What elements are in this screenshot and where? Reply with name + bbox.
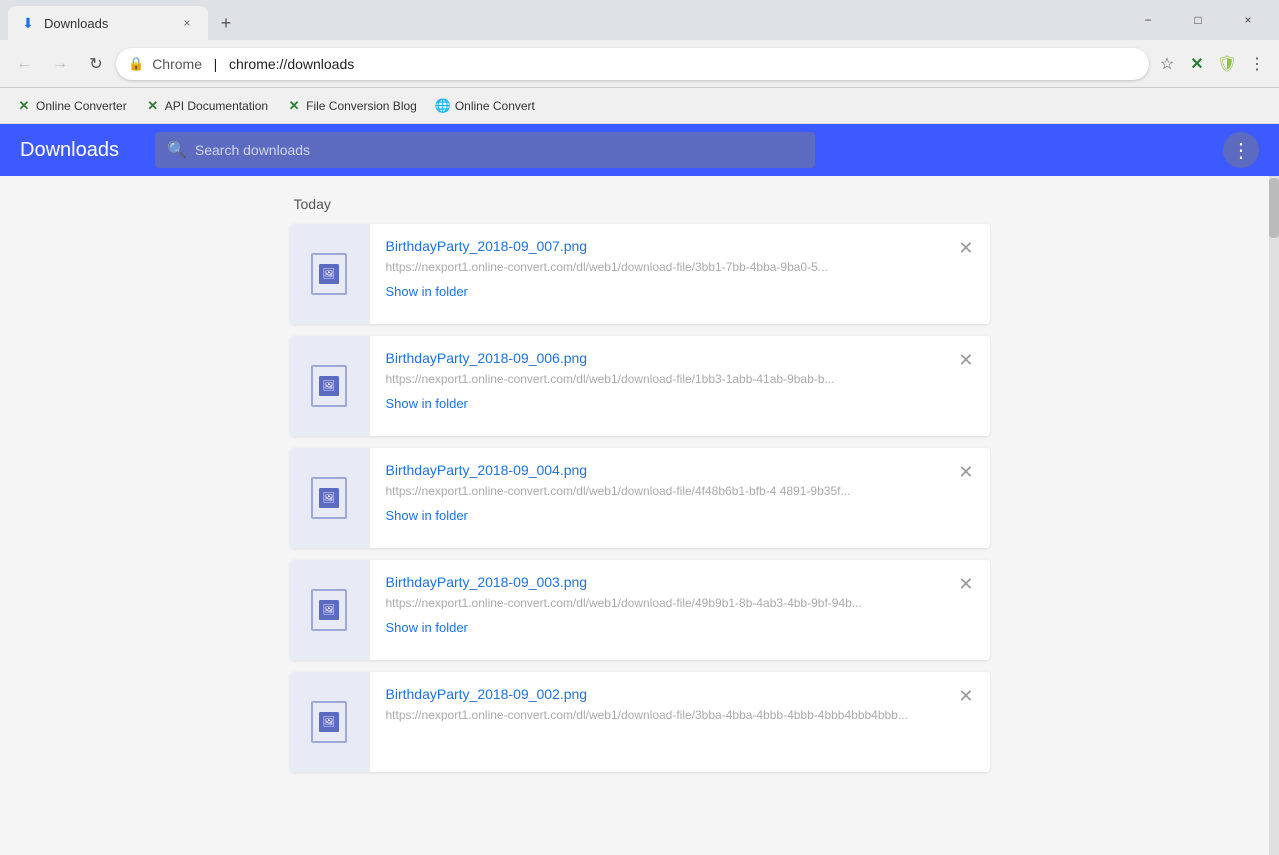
address-bar: ← → ↻ 🔒 Chrome | chrome://downloads ☆ ✕ … bbox=[0, 40, 1279, 88]
remove-button-5[interactable]: ✕ bbox=[942, 672, 989, 772]
download-info-1: BirthdayParty_2018-09_007.png https://ne… bbox=[370, 224, 943, 324]
bookmark-file-conversion-blog[interactable]: ✕ File Conversion Blog bbox=[278, 94, 425, 118]
downloads-header: Downloads 🔍 Search downloads ⋮ bbox=[0, 124, 1279, 176]
file-url-4: https://nexport1.online-convert.com/dl/w… bbox=[386, 596, 927, 610]
remove-button-4[interactable]: ✕ bbox=[942, 560, 989, 660]
minimize-button[interactable]: − bbox=[1125, 4, 1171, 36]
tab-title: Downloads bbox=[44, 16, 170, 31]
show-in-folder-4[interactable]: Show in folder bbox=[386, 620, 468, 635]
new-tab-button[interactable]: + bbox=[212, 9, 240, 37]
title-bar: ⬇ Downloads × + − □ × bbox=[0, 0, 1279, 40]
download-thumbnail-1: 🖼 bbox=[290, 224, 370, 324]
bookmark-favicon-3: ✕ bbox=[286, 98, 302, 114]
active-tab[interactable]: ⬇ Downloads × bbox=[8, 6, 208, 40]
file-name-4[interactable]: BirthdayParty_2018-09_003.png bbox=[386, 574, 927, 590]
tab-strip: ⬇ Downloads × + bbox=[0, 0, 1117, 40]
file-name-3[interactable]: BirthdayParty_2018-09_004.png bbox=[386, 462, 927, 478]
file-name-5[interactable]: BirthdayParty_2018-09_002.png bbox=[386, 686, 927, 702]
bookmark-label-1: Online Converter bbox=[36, 99, 127, 113]
url-path: chrome://downloads bbox=[229, 56, 354, 72]
bookmark-favicon-4: 🌐 bbox=[435, 98, 451, 114]
scrollbar-thumb[interactable] bbox=[1269, 178, 1279, 238]
download-item: 🖼 BirthdayParty_2018-09_007.png https://… bbox=[290, 224, 990, 324]
show-in-folder-2[interactable]: Show in folder bbox=[386, 396, 468, 411]
remove-button-2[interactable]: ✕ bbox=[942, 336, 989, 436]
bookmark-favicon-2: ✕ bbox=[145, 98, 161, 114]
page-title: Downloads bbox=[20, 139, 119, 162]
file-name-1[interactable]: BirthdayParty_2018-09_007.png bbox=[386, 238, 927, 254]
maximize-button[interactable]: □ bbox=[1175, 4, 1221, 36]
download-item: 🖼 BirthdayParty_2018-09_002.png https://… bbox=[290, 672, 990, 772]
download-item: 🖼 BirthdayParty_2018-09_003.png https://… bbox=[290, 560, 990, 660]
scrollbar[interactable] bbox=[1269, 176, 1279, 855]
file-url-5: https://nexport1.online-convert.com/dl/w… bbox=[386, 708, 927, 722]
file-url-2: https://nexport1.online-convert.com/dl/w… bbox=[386, 372, 927, 386]
file-url-1: https://nexport1.online-convert.com/dl/w… bbox=[386, 260, 927, 274]
bookmark-label-3: File Conversion Blog bbox=[306, 99, 417, 113]
window-controls: − □ × bbox=[1117, 0, 1279, 40]
bookmark-favicon-1: ✕ bbox=[16, 98, 32, 114]
search-icon: 🔍 bbox=[167, 140, 187, 160]
download-item: 🖼 BirthdayParty_2018-09_006.png https://… bbox=[290, 336, 990, 436]
forward-button[interactable]: → bbox=[44, 48, 76, 80]
download-info-2: BirthdayParty_2018-09_006.png https://ne… bbox=[370, 336, 943, 436]
downloads-list: Today 🖼 BirthdayParty_2018-09_007.png ht… bbox=[290, 196, 990, 784]
back-button[interactable]: ← bbox=[8, 48, 40, 80]
tab-favicon: ⬇ bbox=[20, 15, 36, 31]
download-thumbnail-3: 🖼 bbox=[290, 448, 370, 548]
security-icon: 🔒 bbox=[128, 56, 144, 72]
download-info-4: BirthdayParty_2018-09_003.png https://ne… bbox=[370, 560, 943, 660]
download-thumbnail-5: 🖼 bbox=[290, 672, 370, 772]
remove-button-1[interactable]: ✕ bbox=[942, 224, 989, 324]
reload-button[interactable]: ↻ bbox=[80, 48, 112, 80]
show-in-folder-3[interactable]: Show in folder bbox=[386, 508, 468, 523]
bookmark-online-convert[interactable]: 🌐 Online Convert bbox=[427, 94, 543, 118]
show-in-folder-1[interactable]: Show in folder bbox=[386, 284, 468, 299]
remove-button-3[interactable]: ✕ bbox=[942, 448, 989, 548]
chrome-menu-button[interactable]: ⋮ bbox=[1243, 50, 1271, 78]
url-display: Chrome | chrome://downloads bbox=[152, 56, 354, 72]
bookmark-label-2: API Documentation bbox=[165, 99, 268, 113]
download-thumbnail-4: 🖼 bbox=[290, 560, 370, 660]
more-options-button[interactable]: ⋮ bbox=[1223, 132, 1259, 168]
toolbar-actions: ☆ ✕ 🛡 ⋮ bbox=[1153, 50, 1271, 78]
download-info-5: BirthdayParty_2018-09_002.png https://ne… bbox=[370, 672, 943, 772]
bookmark-online-converter[interactable]: ✕ Online Converter bbox=[8, 94, 135, 118]
bookmark-star-button[interactable]: ☆ bbox=[1153, 50, 1181, 78]
url-origin: Chrome bbox=[152, 56, 202, 72]
omnibox[interactable]: 🔒 Chrome | chrome://downloads bbox=[116, 48, 1149, 80]
file-url-3: https://nexport1.online-convert.com/dl/w… bbox=[386, 484, 927, 498]
bookmarks-bar: ✕ Online Converter ✕ API Documentation ✕… bbox=[0, 88, 1279, 124]
close-button[interactable]: × bbox=[1225, 4, 1271, 36]
bookmark-api-documentation[interactable]: ✕ API Documentation bbox=[137, 94, 276, 118]
tab-close-button[interactable]: × bbox=[178, 14, 196, 32]
file-name-2[interactable]: BirthdayParty_2018-09_006.png bbox=[386, 350, 927, 366]
search-placeholder: Search downloads bbox=[195, 142, 310, 158]
download-info-3: BirthdayParty_2018-09_004.png https://ne… bbox=[370, 448, 943, 548]
extension-button-1[interactable]: ✕ bbox=[1183, 50, 1211, 78]
bookmark-label-4: Online Convert bbox=[455, 99, 535, 113]
search-box[interactable]: 🔍 Search downloads bbox=[155, 132, 815, 168]
download-thumbnail-2: 🖼 bbox=[290, 336, 370, 436]
download-item: 🖼 BirthdayParty_2018-09_004.png https://… bbox=[290, 448, 990, 548]
extension-button-2[interactable]: 🛡 bbox=[1213, 50, 1241, 78]
section-today-label: Today bbox=[290, 196, 990, 212]
url-separator: | bbox=[206, 56, 225, 72]
main-content: Today 🖼 BirthdayParty_2018-09_007.png ht… bbox=[0, 176, 1279, 855]
